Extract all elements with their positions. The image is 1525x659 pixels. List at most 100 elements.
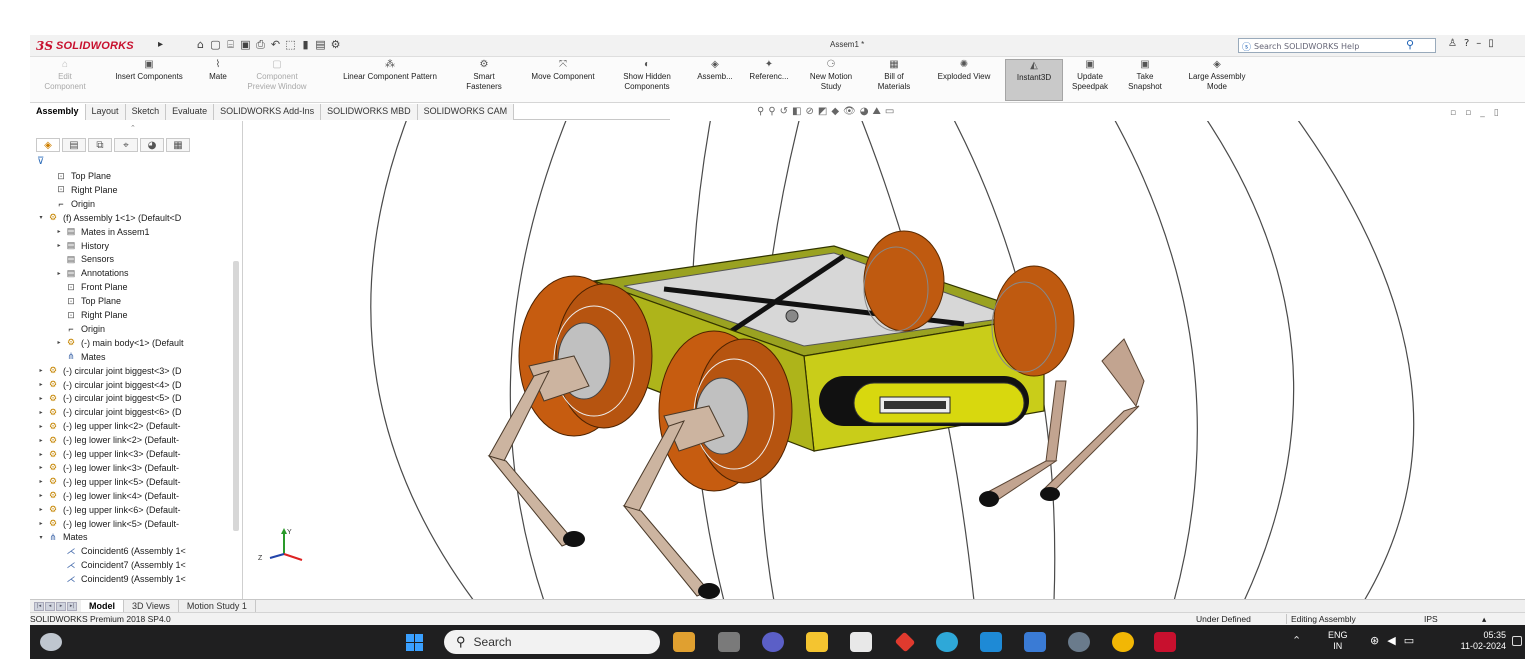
tree-item[interactable]: ⊡ Front Plane <box>54 280 230 294</box>
expand-arrow-icon[interactable]: ▸ <box>36 423 46 430</box>
mate-button[interactable]: ⌇ Mate <box>204 59 232 101</box>
tab-evaluate[interactable]: Evaluate <box>166 104 215 120</box>
tree-item[interactable]: ▸ ⚙ (-) circular joint biggest<3> (D <box>36 364 230 378</box>
dimxpert-tab-icon[interactable]: ⌖ <box>114 138 138 152</box>
expand-arrow-icon[interactable]: ▸ <box>36 451 46 458</box>
tree-item[interactable]: ⊡ Right Plane <box>54 308 230 322</box>
home-icon[interactable]: ⌂ <box>194 38 207 52</box>
show-hidden-button[interactable]: ◐ Show Hidden Components <box>614 59 680 101</box>
tree-item[interactable]: ▸ ⚙ (-) leg lower link<2> (Default- <box>36 433 230 447</box>
linear-pattern-button[interactable]: ⁂ Linear Component Pattern <box>325 59 455 101</box>
viewport-minimize-icon[interactable]: _ <box>1480 108 1485 118</box>
tree-item[interactable]: ▸ ⚙ (-) circular joint biggest<6> (D <box>36 405 230 419</box>
dynamic-annotation-icon[interactable]: ⊘ <box>806 106 814 117</box>
insert-components-button[interactable]: ▣ Insert Components <box>100 59 198 101</box>
tree-item[interactable]: ▸ ⚙ (-) leg upper link<2> (Default- <box>36 419 230 433</box>
view-orientation-icon[interactable]: ◩ <box>818 106 827 117</box>
tree-item[interactable]: ▤ Sensors <box>54 252 230 266</box>
assembly-features-button[interactable]: ◈ Assemb... <box>690 59 740 101</box>
tree-item[interactable]: ▾ ⚙ (f) Assembly 1<1> (Default<D <box>36 211 230 225</box>
task-view-icon[interactable] <box>718 632 740 652</box>
settings-gear-icon[interactable] <box>1068 632 1090 652</box>
tree-item[interactable]: ▸ ▤ History <box>54 239 230 253</box>
tree-item[interactable]: ▸ ▤ Annotations <box>54 266 230 280</box>
photos-app-icon[interactable] <box>1024 632 1046 652</box>
tab-solidworks-add-ins[interactable]: SOLIDWORKS Add-Ins <box>214 104 322 120</box>
panel-collapse-icon[interactable]: ⌃ <box>130 124 136 132</box>
tree-item[interactable]: ▾ ⋔ Mates <box>36 530 230 544</box>
configuration-manager-tab-icon[interactable]: ⧉ <box>88 138 112 152</box>
hide-show-items-icon[interactable]: 👁 <box>843 106 856 117</box>
volume-icon[interactable]: ◀ <box>1387 634 1395 647</box>
exploded-view-button[interactable]: ✺ Exploded View <box>927 59 1001 101</box>
bom-button[interactable]: ▦ Bill of Materials <box>872 59 916 101</box>
chrome-canary-icon[interactable] <box>936 632 958 652</box>
tile-icon[interactable]: ▫ <box>1450 108 1456 118</box>
zoom-to-area-icon[interactable]: ⚲ <box>768 106 775 117</box>
language-indicator[interactable]: ENG IN <box>1328 630 1348 652</box>
menu-expand-arrow-icon[interactable]: ▸ <box>158 39 163 50</box>
rebuild-icon[interactable]: ▮ <box>299 38 312 52</box>
vscode-icon[interactable] <box>980 632 1002 652</box>
expand-arrow-icon[interactable]: ▸ <box>36 478 46 485</box>
expand-arrow-icon[interactable]: ▸ <box>36 492 46 499</box>
file-properties-icon[interactable]: ▤ <box>314 38 327 52</box>
expand-arrow-icon[interactable]: ▸ <box>54 270 64 277</box>
select-icon[interactable]: ⬚ <box>284 38 297 52</box>
solidworks-taskbar-icon[interactable] <box>1154 632 1176 652</box>
display-manager-tab-icon[interactable]: ◕ <box>140 138 164 152</box>
motion-study-button[interactable]: ⚆ New Motion Study <box>800 59 862 101</box>
tree-item[interactable]: ▸ ⚙ (-) leg lower link<4> (Default- <box>36 489 230 503</box>
tree-item[interactable]: ▸ ⚙ (-) leg upper link<3> (Default- <box>36 447 230 461</box>
tree-item[interactable]: ⊡ Right Plane <box>44 183 230 197</box>
search-icon[interactable]: ⚲ <box>1406 38 1414 51</box>
tree-item[interactable]: ▸ ▤ Mates in Assem1 <box>54 225 230 239</box>
prev-tab-icon[interactable]: ◂ <box>45 601 55 611</box>
taskbar-search[interactable]: ⚲ Search <box>444 630 660 654</box>
last-tab-icon[interactable]: ▸| <box>67 601 77 611</box>
tree-item[interactable]: ⌐ Origin <box>54 322 230 336</box>
view-settings-icon[interactable]: ▭ <box>885 106 894 117</box>
component-preview-button[interactable]: ▢ Component Preview Window <box>235 59 319 101</box>
expand-arrow-icon[interactable]: ▸ <box>36 409 46 416</box>
notification-icon[interactable] <box>1512 636 1522 646</box>
solidworks-logo[interactable]: 3S SOLIDWORKS <box>36 38 134 54</box>
tab-solidworks-cam[interactable]: SOLIDWORKS CAM <box>417 104 515 120</box>
collapse-arrow-icon[interactable]: ▾ <box>36 214 46 221</box>
expand-arrow-icon[interactable]: ▸ <box>36 381 46 388</box>
speedpak-button[interactable]: ▣ Update Speedpak <box>1065 59 1115 101</box>
red-diamond-app-icon[interactable] <box>894 631 916 653</box>
units-arrow-icon[interactable]: ▴ <box>1482 614 1486 625</box>
open-folder-icon[interactable]: ⌸ <box>224 38 237 52</box>
large-assembly-button[interactable]: ◈ Large Assembly Mode <box>1177 59 1257 101</box>
tree-item[interactable]: ⋌ Coincident6 (Assembly 1< <box>54 544 230 558</box>
feature-manager-tab-icon[interactable]: ◈ <box>36 138 60 152</box>
file-explorer-icon[interactable] <box>806 632 828 652</box>
tree-item[interactable]: ▸ ⚙ (-) main body<1> (Default <box>54 336 230 350</box>
tree-item[interactable]: ⊡ Top Plane <box>54 294 230 308</box>
tab-assembly[interactable]: Assembly <box>30 104 86 120</box>
new-document-icon[interactable]: ▢ <box>209 38 222 52</box>
bottom-tab-3d-views[interactable]: 3D Views <box>124 599 179 613</box>
expand-arrow-icon[interactable]: ▸ <box>36 520 46 527</box>
units-selector[interactable]: IPS <box>1424 614 1438 624</box>
user-icon[interactable]: ♙ <box>1448 38 1457 49</box>
edit-component-button[interactable]: ⌂ Edit Component <box>40 59 90 101</box>
tree-item[interactable]: ▸ ⚙ (-) circular joint biggest<5> (D <box>36 391 230 405</box>
edit-appearance-icon[interactable]: ◕ <box>860 106 869 117</box>
apply-scene-icon[interactable]: ⛰ <box>872 106 880 117</box>
previous-view-icon[interactable]: ↺ <box>780 106 788 117</box>
expand-arrow-icon[interactable]: ▸ <box>54 228 64 235</box>
tree-item[interactable]: ▸ ⚙ (-) leg upper link<6> (Default- <box>36 503 230 517</box>
graphics-viewport[interactable]: Y Z <box>244 121 1525 601</box>
collapse-arrow-icon[interactable]: ▾ <box>36 534 46 541</box>
tree-item[interactable]: ⋔ Mates <box>54 350 230 364</box>
move-component-button[interactable]: ⤧ Move Component <box>516 59 610 101</box>
help-question-icon[interactable]: ? <box>1464 38 1469 49</box>
expand-arrow-icon[interactable]: ▸ <box>54 339 64 346</box>
snapshot-button[interactable]: ▣ Take Snapshot <box>1123 59 1167 101</box>
tree-item[interactable]: ▸ ⚙ (-) leg lower link<5> (Default- <box>36 517 230 531</box>
expand-arrow-icon[interactable]: ▸ <box>36 395 46 402</box>
filter-icon[interactable]: ⊽ <box>37 156 44 167</box>
first-tab-icon[interactable]: |◂ <box>34 601 44 611</box>
